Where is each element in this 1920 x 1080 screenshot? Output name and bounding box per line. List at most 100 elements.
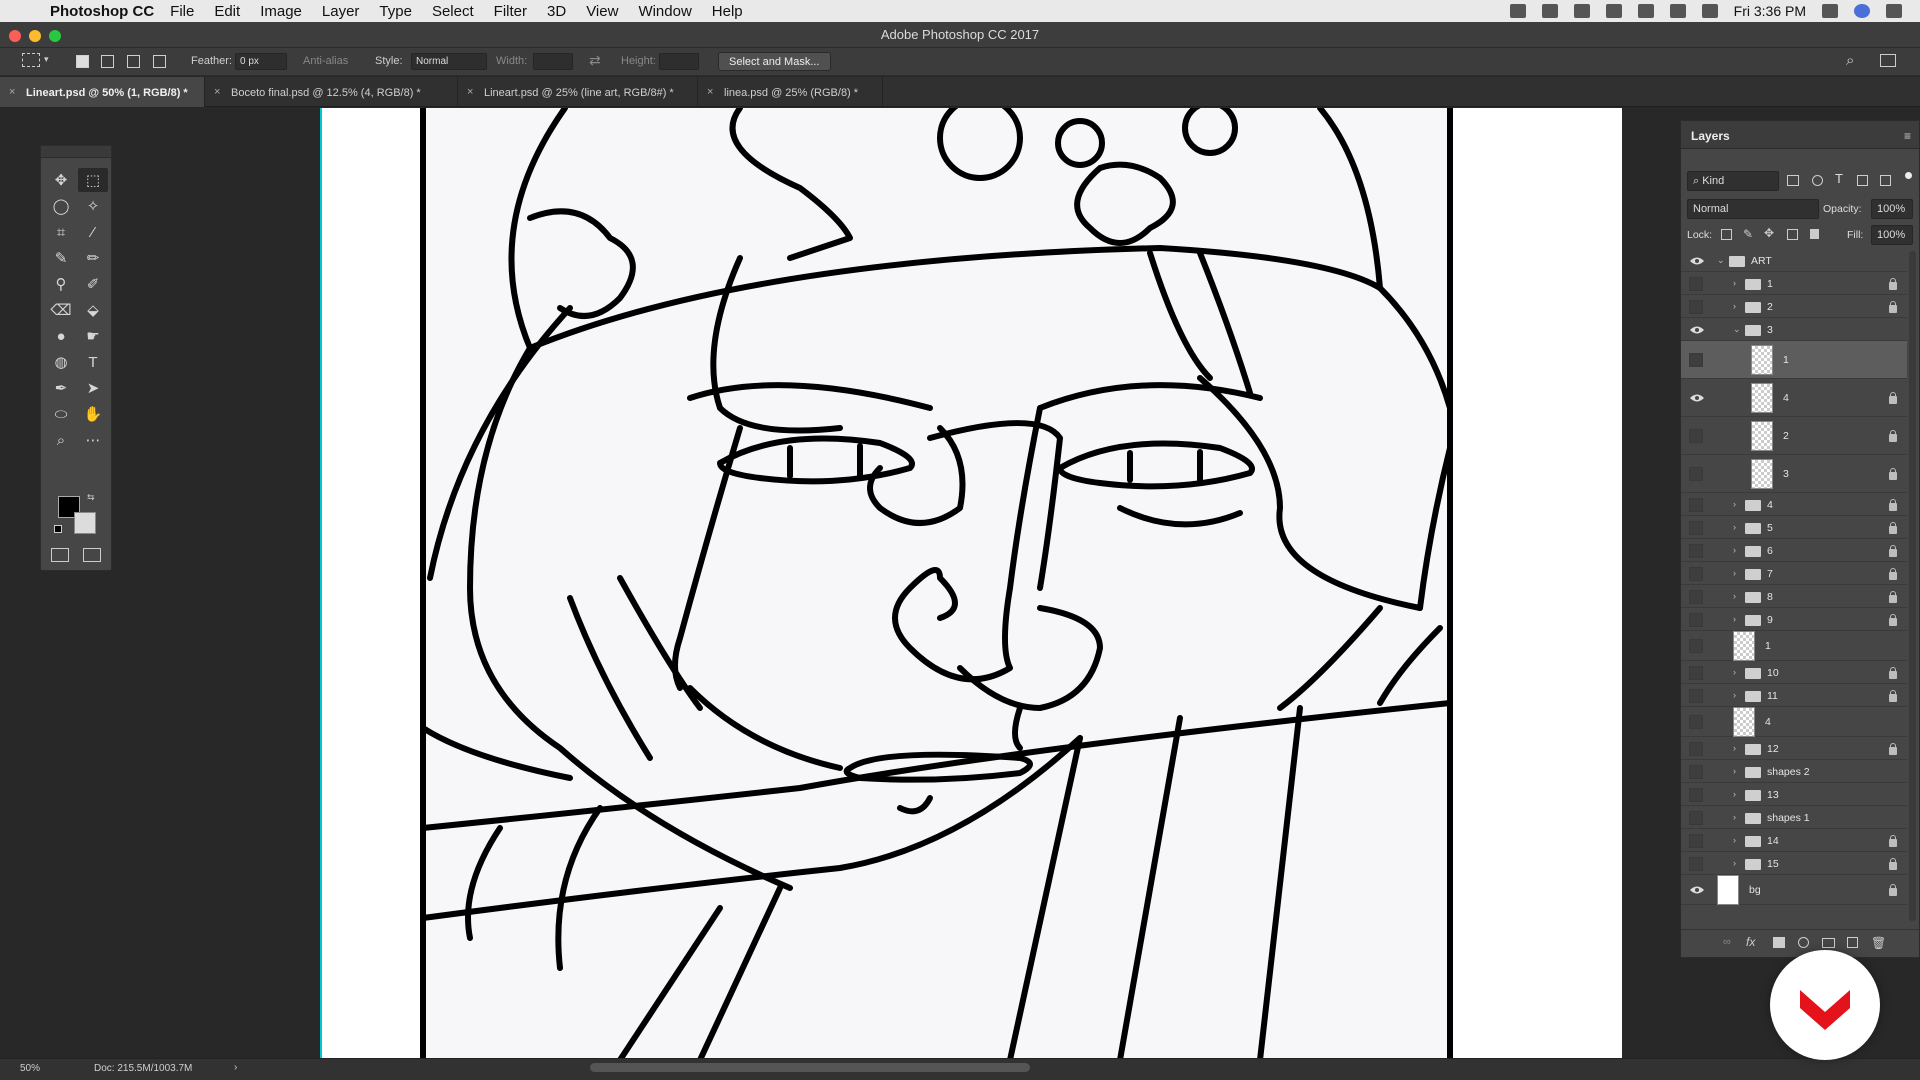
subtract-selection-icon[interactable] (127, 55, 140, 68)
path-select-icon[interactable]: ➤ (78, 376, 108, 400)
layer-name[interactable]: 11 (1767, 690, 1778, 702)
layers-panel-title[interactable]: Layers (1681, 121, 1919, 149)
blend-mode-select[interactable]: Normal (1687, 199, 1819, 219)
workspace-icon[interactable] (1880, 54, 1896, 67)
eye-icon[interactable] (1689, 393, 1705, 403)
add-selection-icon[interactable] (101, 55, 114, 68)
filter-smart-object-icon[interactable] (1880, 175, 1891, 186)
lock-position-icon[interactable]: ✥ (1764, 226, 1774, 240)
layer-row[interactable]: ⌄ 3 (1681, 318, 1907, 341)
select-and-mask-button[interactable]: Select and Mask... (718, 52, 831, 71)
visibility-toggle[interactable] (1689, 353, 1703, 367)
menu-view[interactable]: View (586, 3, 618, 20)
visibility-toggle[interactable] (1689, 665, 1703, 680)
chevron-right-icon[interactable]: › (1733, 591, 1736, 601)
screen-icon[interactable] (1605, 4, 1622, 18)
eyedropper-icon[interactable]: ⁄ (78, 220, 108, 244)
spotlight-icon[interactable] (1822, 4, 1838, 18)
record-icon[interactable] (1509, 4, 1526, 18)
menu-layer[interactable]: Layer (322, 3, 360, 20)
layer-row[interactable]: › 11 (1681, 684, 1907, 707)
width-input[interactable] (533, 53, 573, 70)
layer-row[interactable]: 1 (1681, 341, 1907, 379)
dodge-icon[interactable]: ◍ (46, 350, 76, 374)
layer-name[interactable]: 1 (1783, 354, 1789, 366)
new-adjustment-icon[interactable] (1798, 937, 1809, 948)
layers-scrollbar[interactable] (1909, 251, 1916, 921)
sync-icon[interactable] (1573, 4, 1590, 18)
pencil-icon[interactable]: ✏ (78, 246, 108, 270)
chevron-right-icon[interactable]: › (1733, 690, 1736, 700)
bluetooth-icon[interactable] (1637, 4, 1654, 18)
layer-row[interactable]: › 14 (1681, 829, 1907, 852)
airplay-icon[interactable] (1701, 4, 1718, 18)
layer-name[interactable]: 3 (1767, 324, 1773, 336)
chevron-right-icon[interactable]: › (1733, 667, 1736, 677)
visibility-toggle[interactable] (1689, 589, 1703, 604)
menu-select[interactable]: Select (432, 3, 474, 20)
new-layer-icon[interactable] (1847, 937, 1858, 948)
layer-name[interactable]: 14 (1767, 835, 1779, 847)
visibility-toggle[interactable] (1689, 497, 1703, 512)
chevron-right-icon[interactable]: › (1733, 789, 1736, 799)
height-input[interactable] (659, 53, 699, 70)
more-tools-icon[interactable]: ⋯ (78, 428, 108, 452)
siri-icon[interactable] (1854, 4, 1870, 18)
lock-all-icon[interactable] (1810, 229, 1819, 239)
visibility-toggle[interactable] (1689, 520, 1703, 535)
layer-name[interactable]: 4 (1783, 392, 1789, 404)
menu-image[interactable]: Image (260, 3, 302, 20)
visibility-toggle[interactable] (1689, 715, 1703, 729)
layer-row[interactable]: › 15 (1681, 852, 1907, 875)
marquee-icon[interactable]: ⬚ (78, 168, 108, 192)
layer-name[interactable]: 5 (1767, 522, 1773, 534)
blur-icon[interactable]: ● (46, 324, 76, 348)
eye-icon[interactable] (1689, 325, 1705, 335)
screen-mode-icon[interactable] (83, 548, 101, 562)
layer-row[interactable]: › 1 (1681, 272, 1907, 295)
opacity-input[interactable]: 100% (1871, 199, 1913, 219)
visibility-toggle[interactable] (1689, 810, 1703, 825)
lock-transparent-icon[interactable] (1721, 229, 1732, 240)
brush-icon[interactable]: ✎ (46, 246, 76, 270)
menu-filter[interactable]: Filter (494, 3, 527, 20)
add-mask-icon[interactable] (1773, 937, 1785, 948)
close-tab-icon[interactable]: × (214, 86, 220, 98)
background-color-swatch[interactable] (74, 512, 96, 534)
chevron-right-icon[interactable]: › (1733, 568, 1736, 578)
visibility-toggle[interactable] (1689, 833, 1703, 848)
layer-row[interactable]: 1 (1681, 631, 1907, 661)
pen-icon[interactable]: ✒ (46, 376, 76, 400)
layer-name[interactable]: 7 (1767, 568, 1773, 580)
smudge-icon[interactable]: ☛ (78, 324, 108, 348)
document-tab-2[interactable]: × Boceto final.psd @ 12.5% (4, RGB/8) * (205, 77, 458, 107)
chevron-right-icon[interactable]: › (1733, 614, 1736, 624)
chevron-right-icon[interactable]: › (1733, 499, 1736, 509)
new-selection-icon[interactable] (76, 55, 89, 68)
layer-row[interactable]: › 4 (1681, 493, 1907, 516)
layer-name[interactable]: 1 (1767, 278, 1773, 290)
layer-row[interactable]: › 5 (1681, 516, 1907, 539)
eye-icon[interactable] (1689, 885, 1705, 895)
layer-row[interactable]: 3 (1681, 455, 1907, 493)
layer-name[interactable]: 13 (1767, 789, 1779, 801)
visibility-toggle[interactable] (1689, 543, 1703, 558)
swap-icon[interactable]: ⇄ (589, 52, 601, 69)
marquee-preset-icon[interactable] (22, 53, 40, 67)
layer-row[interactable]: 4 (1681, 379, 1907, 417)
close-tab-icon[interactable]: × (9, 86, 15, 98)
style-select[interactable]: Normal (411, 53, 487, 70)
menu-3d[interactable]: 3D (547, 3, 566, 20)
fill-input[interactable]: 100% (1871, 225, 1913, 245)
layer-row[interactable]: › 8 (1681, 585, 1907, 608)
filter-pixel-icon[interactable] (1787, 175, 1799, 186)
ellipse-icon[interactable]: ⬭ (46, 402, 76, 426)
new-group-icon[interactable] (1822, 938, 1835, 948)
layer-row[interactable]: › 6 (1681, 539, 1907, 562)
document-tab-1[interactable]: × Lineart.psd @ 50% (1, RGB/8) * (0, 77, 205, 107)
layer-row[interactable]: › 10 (1681, 661, 1907, 684)
layer-row[interactable]: › shapes 1 (1681, 806, 1907, 829)
layer-row[interactable]: ⌄ ART (1681, 249, 1907, 272)
menu-file[interactable]: File (170, 3, 194, 20)
panel-menu-icon[interactable]: ≡ (1904, 129, 1911, 143)
